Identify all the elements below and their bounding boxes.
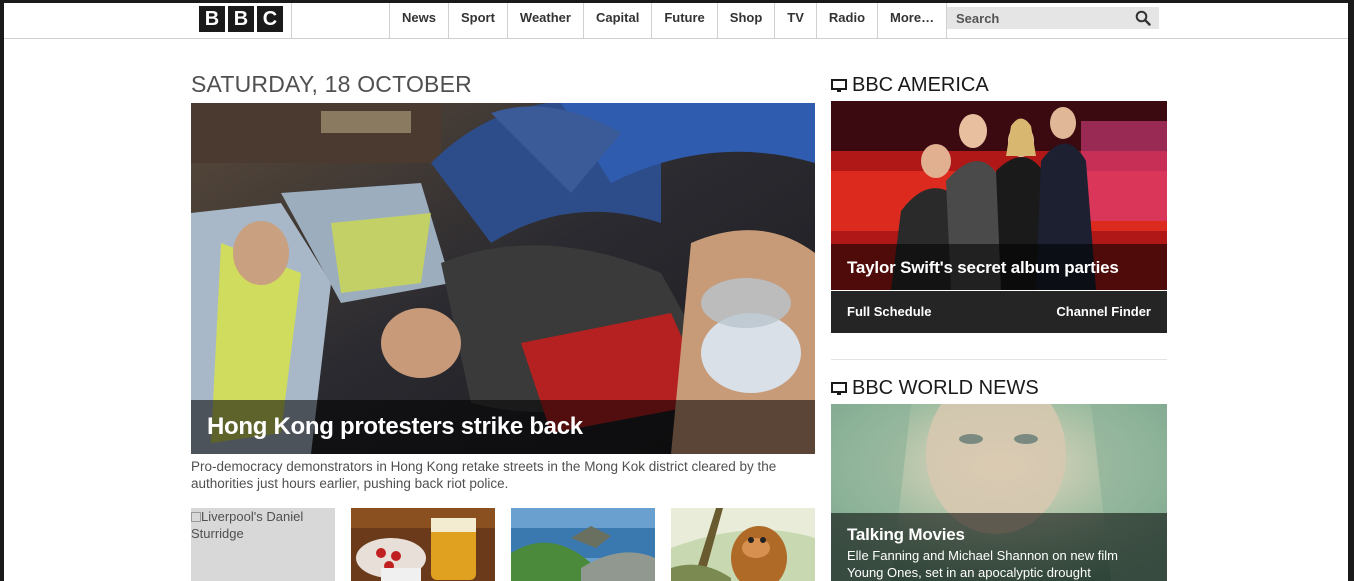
thumbnail-alt-text: Liverpool's Daniel Sturridge bbox=[191, 509, 304, 541]
search-input[interactable] bbox=[947, 7, 1127, 29]
nav-item-tv[interactable]: TV bbox=[775, 3, 817, 39]
bbc-world-news-heading[interactable]: BBC WORLD NEWS bbox=[831, 377, 1039, 400]
nav-item-news[interactable]: News bbox=[390, 3, 449, 39]
story-thumbnails: Liverpool's Daniel Sturridge bbox=[191, 508, 815, 581]
window-left-edge bbox=[0, 0, 4, 581]
search-box bbox=[947, 7, 1159, 29]
logo-letter: B bbox=[228, 6, 254, 32]
logo-letter: B bbox=[199, 6, 225, 32]
bbc-america-heading-text: BBC AMERICA bbox=[852, 74, 989, 96]
full-schedule-link[interactable]: Full Schedule bbox=[847, 304, 932, 319]
thumbnail-image bbox=[511, 508, 655, 581]
thumbnail-liverpool[interactable]: Liverpool's Daniel Sturridge bbox=[191, 508, 335, 581]
bbc-world-news-heading-text: BBC WORLD NEWS bbox=[852, 377, 1039, 399]
thumbnail-food-drink[interactable] bbox=[351, 508, 495, 581]
thumbnail-image bbox=[671, 508, 815, 581]
bbc-america-promo[interactable]: Taylor Swift's secret album parties bbox=[831, 101, 1167, 290]
nav-item-capital[interactable]: Capital bbox=[584, 3, 653, 39]
logo-letter: C bbox=[257, 6, 283, 32]
bbc-logo[interactable]: B B C bbox=[199, 6, 283, 34]
page-date: SATURDAY, 18 OCTOBER bbox=[191, 71, 472, 97]
bbc-america-heading[interactable]: BBC AMERICA bbox=[831, 74, 989, 97]
bbc-america-links: Full Schedule Channel Finder bbox=[831, 291, 1167, 333]
channel-finder-link[interactable]: Channel Finder bbox=[1056, 304, 1151, 319]
promo-subtitle: Elle Fanning and Michael Shannon on new … bbox=[847, 548, 1119, 580]
nav-item-shop[interactable]: Shop bbox=[718, 3, 776, 39]
broken-image-icon bbox=[191, 512, 201, 522]
thumbnail-image bbox=[351, 508, 495, 581]
window-right-edge bbox=[1348, 0, 1354, 581]
nav-item-weather[interactable]: Weather bbox=[508, 3, 584, 39]
thumbnail-coastline[interactable] bbox=[511, 508, 655, 581]
promo-title[interactable]: Talking Movies bbox=[847, 525, 965, 545]
top-navigation-bar: B B C News Sport Weather Capital Future … bbox=[4, 3, 1348, 39]
hero-summary: Pro-democracy demonstrators in Hong Kong… bbox=[191, 459, 777, 491]
bbc-world-news-promo[interactable]: Talking Movies Elle Fanning and Michael … bbox=[831, 404, 1167, 581]
promo-title[interactable]: Taylor Swift's secret album parties bbox=[847, 258, 1119, 278]
nav-divider bbox=[291, 3, 292, 39]
section-divider bbox=[831, 359, 1167, 360]
nav-item-sport[interactable]: Sport bbox=[449, 3, 508, 39]
nav-item-future[interactable]: Future bbox=[652, 3, 718, 39]
nav-item-more[interactable]: More… bbox=[878, 3, 948, 39]
nav-item-radio[interactable]: Radio bbox=[817, 3, 879, 39]
tv-icon bbox=[831, 78, 847, 92]
hero-story[interactable]: Hong Kong protesters strike back bbox=[191, 103, 815, 454]
broken-image-alt: Liverpool's Daniel Sturridge bbox=[191, 508, 321, 542]
thumbnail-monkey[interactable] bbox=[671, 508, 815, 581]
main-nav: News Sport Weather Capital Future Shop T… bbox=[389, 3, 948, 39]
search-icon[interactable] bbox=[1135, 10, 1151, 26]
tv-icon bbox=[831, 381, 847, 395]
hero-headline[interactable]: Hong Kong protesters strike back bbox=[207, 413, 583, 441]
